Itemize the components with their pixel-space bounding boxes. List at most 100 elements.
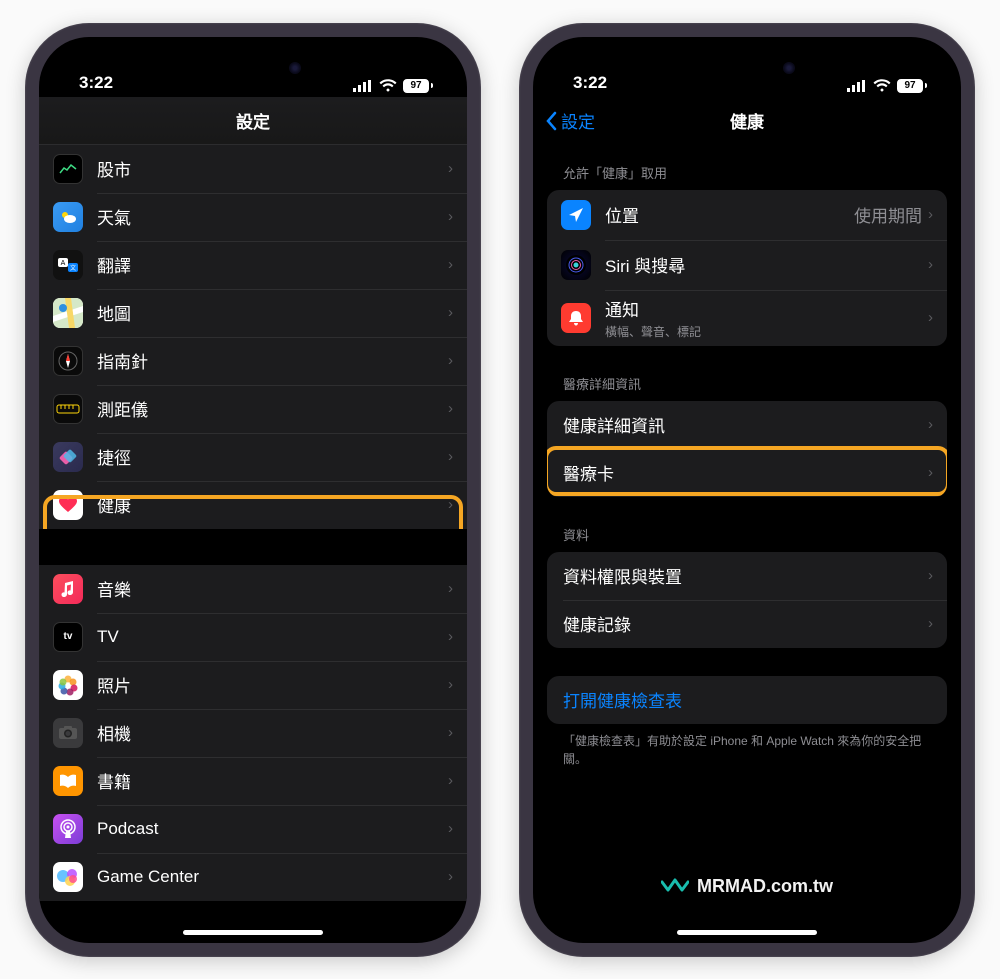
svg-text:A: A [61, 260, 66, 267]
chevron-icon: › [448, 304, 453, 321]
settings-row-shortcuts[interactable]: 捷徑 › [39, 433, 467, 481]
content-left[interactable]: 股市 › 天氣 › A文 翻譯 › 地圖 › [39, 145, 467, 943]
maps-icon [53, 298, 83, 328]
chevron-icon: › [928, 615, 933, 632]
row-health-records[interactable]: 健康記錄 › [547, 600, 947, 648]
svg-text:文: 文 [70, 264, 76, 272]
section-header: 資料 [533, 525, 961, 552]
settings-row-compass[interactable]: 指南針 › [39, 337, 467, 385]
watermark-logo-icon [661, 877, 689, 895]
chevron-icon: › [928, 416, 933, 433]
chevron-icon: › [448, 448, 453, 465]
wifi-icon [379, 79, 397, 92]
photos-icon [53, 670, 83, 700]
chevron-icon: › [928, 256, 933, 273]
chevron-left-icon [545, 111, 557, 131]
chevron-icon: › [448, 772, 453, 789]
siri-icon [561, 250, 591, 280]
settings-row-photos[interactable]: 照片 › [39, 661, 467, 709]
status-time: 3:22 [79, 73, 113, 93]
settings-row-camera[interactable]: 相機 › [39, 709, 467, 757]
section-footer: 「健康檢查表」有助於設定 iPhone 和 Apple Watch 來為你的安全… [533, 724, 961, 768]
settings-row-tv[interactable]: tv TV › [39, 613, 467, 661]
row-notifications[interactable]: 通知 橫幅、聲音、標記 › [547, 290, 947, 346]
translate-icon: A文 [53, 250, 83, 280]
content-right[interactable]: 允許「健康」取用 位置 使用期間 › Siri 與搜尋 › [533, 145, 961, 943]
chevron-icon: › [448, 496, 453, 513]
watermark: MRMAD.com.tw [661, 876, 833, 897]
chevron-icon: › [928, 567, 933, 584]
screen-right: 3:22 97 設定 健康 允許「健康」取用 [533, 37, 961, 943]
section-header: 允許「健康」取用 [533, 163, 961, 190]
row-location[interactable]: 位置 使用期間 › [547, 190, 947, 240]
wifi-icon [873, 79, 891, 92]
chevron-icon: › [928, 206, 933, 223]
section-checklist: 打開健康檢查表 「健康檢查表」有助於設定 iPhone 和 Apple Watc… [533, 676, 961, 768]
row-open-checklist[interactable]: 打開健康檢查表 [547, 676, 947, 724]
stocks-icon [53, 154, 83, 184]
notifications-icon [561, 303, 591, 333]
chevron-icon: › [448, 400, 453, 417]
home-indicator[interactable] [677, 930, 817, 935]
chevron-icon: › [448, 628, 453, 645]
section-header: 醫療詳細資訊 [533, 374, 961, 401]
home-indicator[interactable] [183, 930, 323, 935]
row-data-devices[interactable]: 資料權限與裝置 › [547, 552, 947, 600]
settings-row-podcast[interactable]: Podcast › [39, 805, 467, 853]
location-icon [561, 200, 591, 230]
chevron-icon: › [448, 724, 453, 741]
screen-left: 3:22 97 設定 股市 › [39, 37, 467, 943]
nav-bar: 設定 健康 [533, 97, 961, 145]
settings-row-maps[interactable]: 地圖 › [39, 289, 467, 337]
chevron-icon: › [448, 160, 453, 177]
section-medical-details: 醫療詳細資訊 健康詳細資訊 › 醫療卡 › [533, 374, 961, 497]
weather-icon [53, 202, 83, 232]
books-icon [53, 766, 83, 796]
row-health-details[interactable]: 健康詳細資訊 › [547, 401, 947, 449]
section-data: 資料 資料權限與裝置 › 健康記錄 › [533, 525, 961, 648]
settings-row-translate[interactable]: A文 翻譯 › [39, 241, 467, 289]
shortcuts-icon [53, 442, 83, 472]
settings-row-books[interactable]: 書籍 › [39, 757, 467, 805]
settings-group-2: 音樂 › tv TV › 照片 › 相機 › [39, 565, 467, 901]
tv-icon: tv [53, 622, 83, 652]
phone-frame-left: 3:22 97 設定 股市 › [25, 23, 481, 957]
chevron-icon: › [448, 820, 453, 837]
row-medical-id[interactable]: 醫療卡 › [547, 449, 947, 497]
settings-row-health[interactable]: 健康 › [39, 481, 467, 529]
status-time: 3:22 [573, 73, 607, 93]
nav-back-button[interactable]: 設定 [545, 108, 595, 133]
cellular-icon [353, 80, 373, 92]
phone-frame-right: 3:22 97 設定 健康 允許「健康」取用 [519, 23, 975, 957]
music-icon [53, 574, 83, 604]
chevron-icon: › [448, 208, 453, 225]
dynamic-island [687, 51, 807, 85]
row-siri[interactable]: Siri 與搜尋 › [547, 240, 947, 290]
settings-row-music[interactable]: 音樂 › [39, 565, 467, 613]
battery-indicator: 97 [403, 79, 433, 93]
health-icon [53, 490, 83, 520]
settings-row-stocks[interactable]: 股市 › [39, 145, 467, 193]
settings-group-1: 股市 › 天氣 › A文 翻譯 › 地圖 › [39, 145, 467, 529]
settings-row-measure[interactable]: 測距儀 › [39, 385, 467, 433]
settings-row-gamecenter[interactable]: Game Center › [39, 853, 467, 901]
compass-icon [53, 346, 83, 376]
gamecenter-icon [53, 862, 83, 892]
battery-indicator: 97 [897, 79, 927, 93]
measure-icon [53, 394, 83, 424]
chevron-icon: › [448, 352, 453, 369]
nav-title: 設定 [236, 108, 270, 133]
camera-icon [53, 718, 83, 748]
settings-row-weather[interactable]: 天氣 › [39, 193, 467, 241]
chevron-icon: › [928, 464, 933, 481]
chevron-icon: › [448, 580, 453, 597]
cellular-icon [847, 80, 867, 92]
chevron-icon: › [448, 676, 453, 693]
podcast-icon [53, 814, 83, 844]
nav-title: 健康 [730, 108, 764, 133]
nav-bar: 設定 [39, 97, 467, 145]
chevron-icon: › [928, 309, 933, 326]
dynamic-island [193, 51, 313, 85]
chevron-icon: › [448, 256, 453, 273]
section-allow-access: 允許「健康」取用 位置 使用期間 › Siri 與搜尋 › [533, 163, 961, 346]
